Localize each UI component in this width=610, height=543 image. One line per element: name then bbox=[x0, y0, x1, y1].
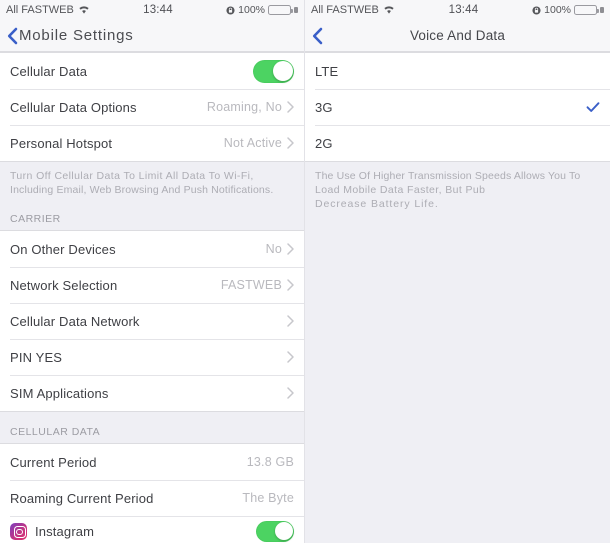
row-value: No bbox=[265, 242, 282, 256]
row-cellular-data-options[interactable]: Cellular Data Options Roaming, No bbox=[0, 89, 304, 125]
chevron-right-icon bbox=[287, 101, 294, 113]
chevron-left-icon bbox=[7, 27, 18, 44]
voice-and-data-footer-note: The Use Of Higher Transmission Speeds Al… bbox=[305, 162, 610, 213]
status-time: 13:44 bbox=[143, 4, 173, 16]
navigation-bar: Mobile Settings bbox=[0, 20, 304, 52]
footer-line-2: Load Mobile Data Faster, But Pub bbox=[315, 184, 486, 196]
option-label: 3G bbox=[315, 99, 333, 115]
row-current-period: Current Period 13.8 GB bbox=[0, 444, 304, 480]
instagram-data-toggle[interactable] bbox=[256, 520, 294, 542]
row-app-instagram[interactable]: Instagram bbox=[0, 516, 304, 543]
row-label: Personal Hotspot bbox=[10, 135, 113, 151]
instagram-icon bbox=[10, 522, 27, 540]
row-personal-hotspot[interactable]: Personal Hotspot Not Active bbox=[0, 125, 304, 161]
cellular-data-toggle[interactable] bbox=[253, 59, 294, 83]
app-identity: Instagram bbox=[10, 522, 95, 540]
wifi-icon bbox=[384, 6, 394, 14]
chevron-right-icon bbox=[287, 243, 294, 255]
battery-icon bbox=[574, 5, 599, 15]
toggle-knob bbox=[272, 61, 293, 81]
option-3g[interactable]: 3G bbox=[305, 89, 610, 125]
section-header-carrier: CARRIER bbox=[10, 213, 61, 225]
wifi-icon bbox=[79, 6, 89, 14]
row-value: Roaming, No bbox=[206, 100, 282, 114]
row-value: The Byte bbox=[242, 491, 294, 505]
dual-screenshot-container: All FASTWEB 13:44 100% Mobile Settings C… bbox=[0, 0, 610, 543]
row-label: PIN YES bbox=[10, 349, 63, 365]
chevron-right-icon bbox=[287, 315, 294, 327]
row-value: 13.8 GB bbox=[246, 455, 294, 469]
chevron-right-icon bbox=[287, 279, 294, 291]
row-accessory: Roaming, No bbox=[207, 100, 294, 114]
row-label: Roaming Current Period bbox=[10, 490, 154, 506]
checkmark-icon bbox=[586, 102, 600, 112]
option-2g[interactable]: 2G bbox=[305, 125, 610, 161]
battery-percent-label: 100% bbox=[544, 4, 571, 16]
row-sim-applications[interactable]: SIM Applications bbox=[0, 375, 304, 411]
left-screen-mobile-settings: All FASTWEB 13:44 100% Mobile Settings C… bbox=[0, 0, 305, 543]
option-lte[interactable]: LTE bbox=[305, 53, 610, 89]
row-roaming-current-period: Roaming Current Period The Byte bbox=[0, 480, 304, 516]
status-bar-right: 100% bbox=[226, 4, 298, 16]
row-value: Not Active bbox=[223, 136, 282, 150]
chevron-right-icon bbox=[287, 387, 294, 399]
row-value: FASTWEB bbox=[220, 278, 282, 292]
footer-line-3: Decrease Battery Life. bbox=[315, 198, 439, 210]
charging-icon bbox=[294, 7, 298, 13]
status-bar: All FASTWEB 13:44 100% bbox=[0, 0, 304, 20]
voice-and-data-options-group: LTE 3G 2G bbox=[305, 52, 610, 162]
row-label: Current Period bbox=[10, 454, 97, 470]
cellular-data-group: Cellular Data Cellular Data Options Roam… bbox=[0, 52, 304, 162]
row-label: SIM Applications bbox=[10, 385, 109, 401]
section-header-cellular-data: CELLULAR DATA bbox=[10, 426, 101, 438]
chevron-right-icon bbox=[287, 137, 294, 149]
status-time: 13:44 bbox=[448, 4, 479, 16]
page-title: Voice And Data bbox=[409, 28, 506, 43]
row-network-selection[interactable]: Network Selection FASTWEB bbox=[0, 267, 304, 303]
row-accessory: No bbox=[266, 242, 294, 256]
lock-icon bbox=[532, 5, 541, 15]
charging-icon bbox=[600, 7, 604, 13]
navigation-bar: Voice And Data bbox=[305, 20, 610, 52]
row-label: On Other Devices bbox=[10, 241, 116, 257]
option-label: LTE bbox=[315, 63, 339, 79]
lock-icon bbox=[226, 5, 235, 15]
row-label: Instagram bbox=[35, 523, 95, 539]
row-accessory bbox=[282, 351, 294, 363]
footer-line-1: Turn Off Cellular Data To Limit All Data… bbox=[10, 170, 254, 182]
cellular-data-usage-group: Current Period 13.8 GB Roaming Current P… bbox=[0, 443, 304, 543]
right-screen-voice-and-data: All FASTWEB 13:44 100% Voice And Data LT… bbox=[305, 0, 610, 543]
row-cellular-data[interactable]: Cellular Data bbox=[0, 53, 304, 89]
status-bar-left: All FASTWEB bbox=[6, 4, 90, 16]
row-label: Cellular Data Options bbox=[10, 99, 137, 115]
battery-percent-label: 100% bbox=[238, 4, 265, 16]
row-label: Network Selection bbox=[10, 277, 118, 293]
back-button[interactable]: Mobile Settings bbox=[0, 27, 134, 45]
status-bar-left: All FASTWEB bbox=[311, 4, 395, 16]
option-label: 2G bbox=[315, 135, 333, 151]
status-carrier-label: All FASTWEB bbox=[6, 4, 74, 16]
row-pin[interactable]: PIN YES bbox=[0, 339, 304, 375]
battery-icon bbox=[268, 5, 293, 15]
row-accessory: Not Active bbox=[224, 136, 294, 150]
row-accessory: FASTWEB bbox=[221, 278, 294, 292]
status-carrier-label: All FASTWEB bbox=[311, 4, 379, 16]
toggle-knob bbox=[274, 522, 293, 540]
cellular-data-footer-note: Turn Off Cellular Data To Limit All Data… bbox=[0, 162, 304, 199]
chevron-left-icon bbox=[312, 27, 323, 44]
row-on-other-devices[interactable]: On Other Devices No bbox=[0, 231, 304, 267]
row-label: Cellular Data Network bbox=[10, 313, 140, 329]
footer-line-2: Including Email, Web Browsing And Push N… bbox=[10, 184, 274, 196]
page-title: Mobile Settings bbox=[19, 27, 134, 44]
row-label: Cellular Data bbox=[10, 63, 88, 79]
carrier-group: On Other Devices No Network Selection FA… bbox=[0, 230, 304, 412]
row-accessory bbox=[282, 387, 294, 399]
status-bar: All FASTWEB 13:44 100% bbox=[305, 0, 610, 20]
row-accessory bbox=[282, 315, 294, 327]
footer-line-1: The Use Of Higher Transmission Speeds Al… bbox=[315, 170, 581, 182]
status-bar-right: 100% bbox=[532, 4, 604, 16]
back-button[interactable] bbox=[305, 27, 323, 45]
row-cellular-data-network[interactable]: Cellular Data Network bbox=[0, 303, 304, 339]
chevron-right-icon bbox=[287, 351, 294, 363]
